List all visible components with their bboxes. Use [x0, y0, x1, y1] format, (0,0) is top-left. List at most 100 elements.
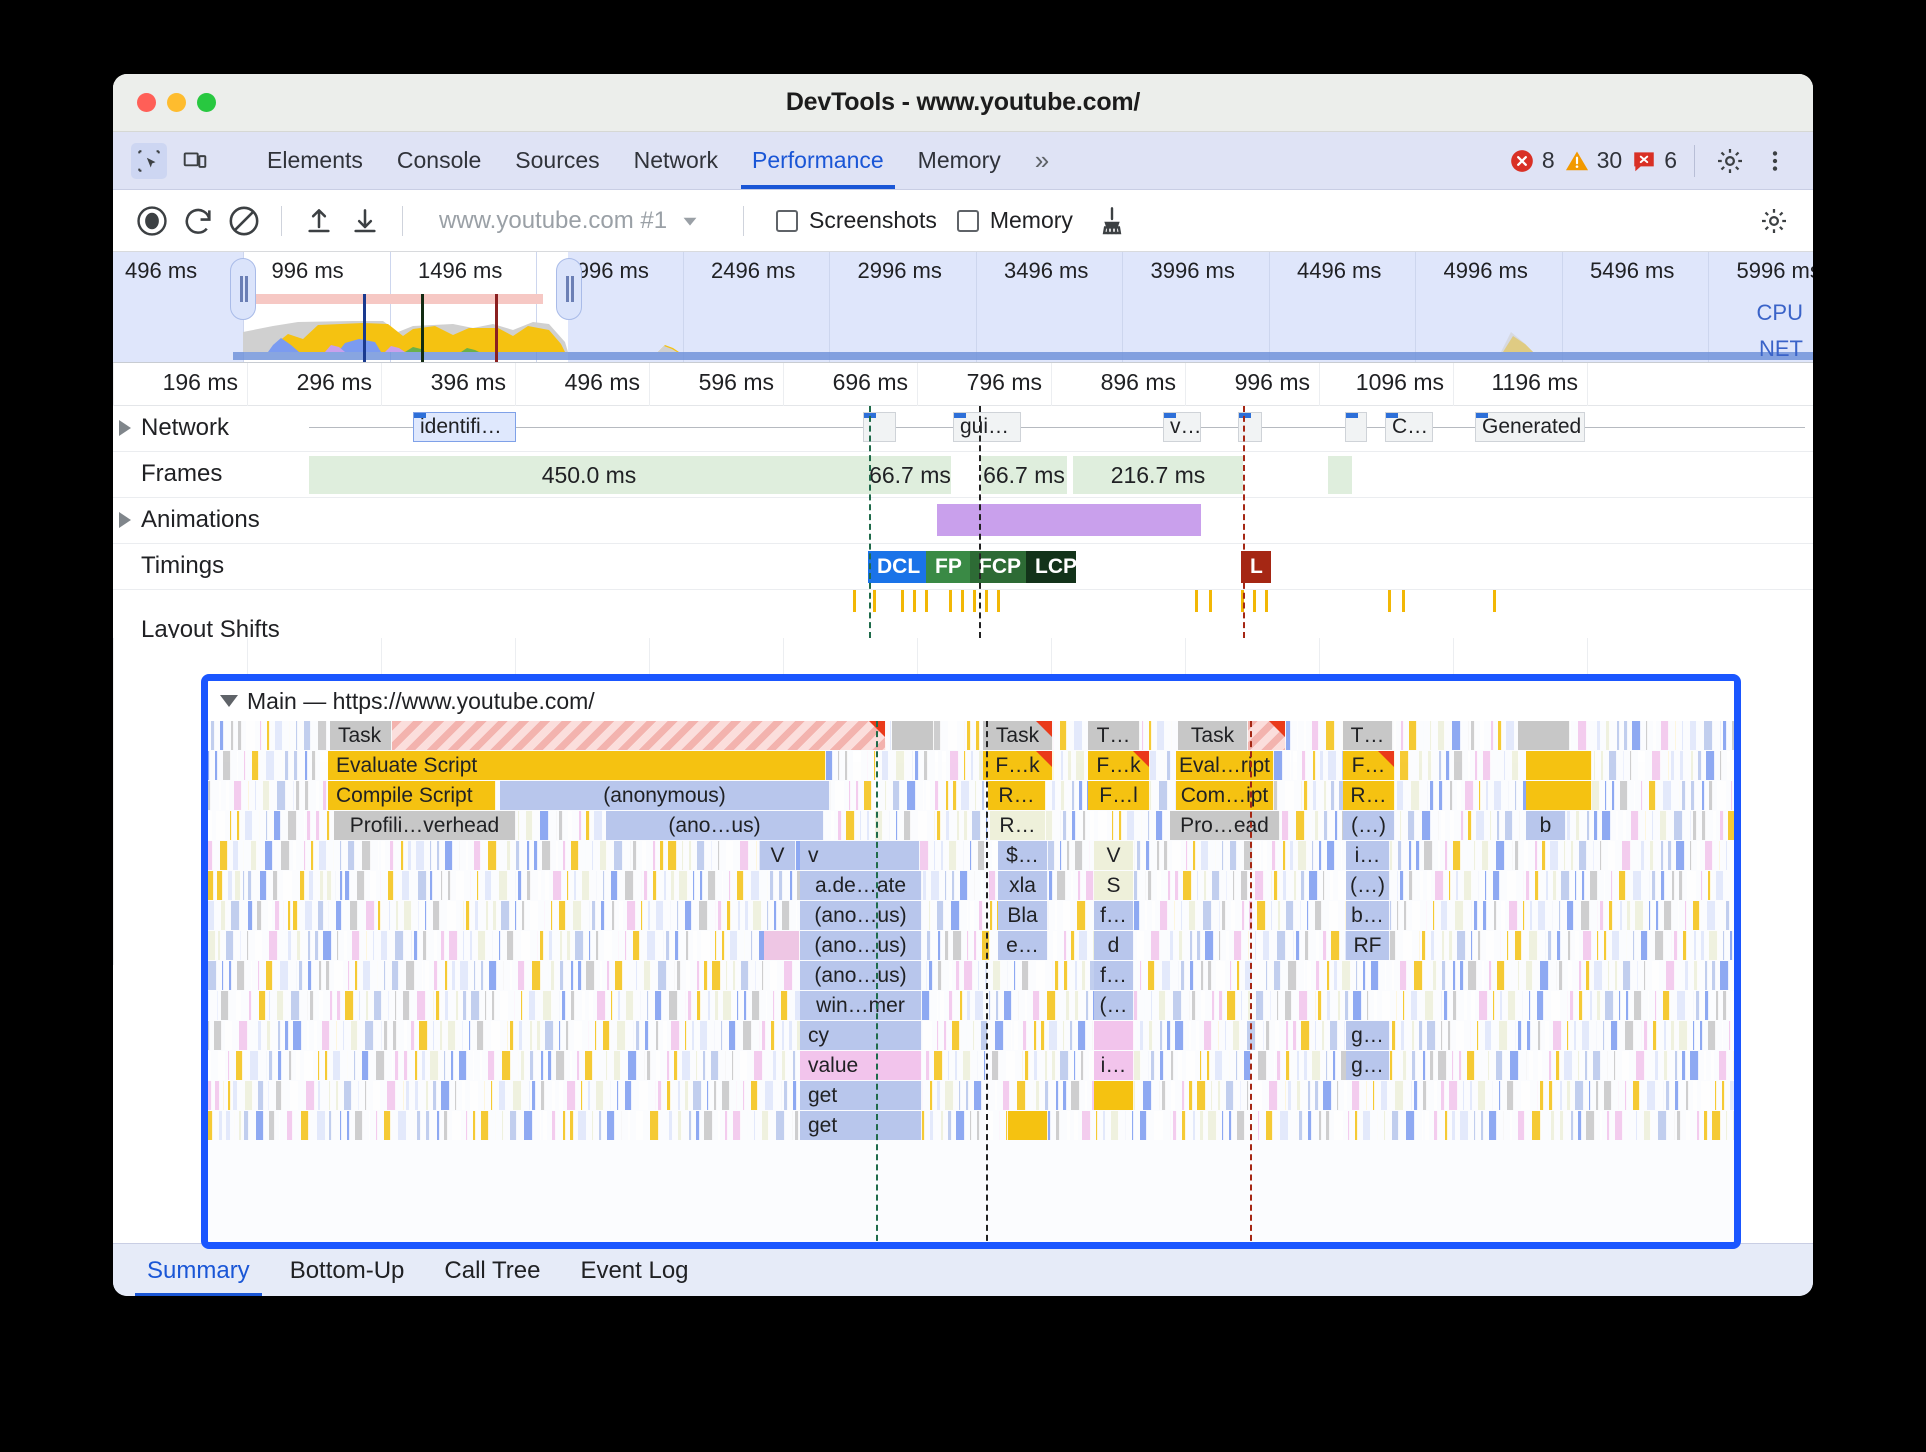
- flame-block[interactable]: (…): [1346, 871, 1390, 900]
- flame-block[interactable]: v: [800, 841, 920, 870]
- flame-block[interactable]: (anonymous): [500, 781, 830, 810]
- flame-block[interactable]: V: [760, 841, 796, 870]
- network-request[interactable]: [863, 412, 896, 442]
- record-button[interactable]: [131, 200, 173, 242]
- layout-shifts-track[interactable]: Layout Shifts: [113, 590, 1813, 638]
- flame-block[interactable]: R…: [990, 811, 1046, 840]
- flame-block[interactable]: (…): [1343, 811, 1395, 840]
- flame-block[interactable]: R…: [1343, 781, 1395, 810]
- timings-track[interactable]: Timings DCL FP FCP LCP L: [113, 544, 1813, 590]
- flame-block[interactable]: get: [800, 1111, 922, 1140]
- network-request[interactable]: gui…: [953, 412, 1021, 442]
- timing-marker-fp[interactable]: FP: [926, 551, 970, 583]
- broom-collect-garbage-icon[interactable]: [1091, 200, 1133, 242]
- tab-performance[interactable]: Performance: [735, 132, 901, 189]
- flame-block[interactable]: f…: [1094, 901, 1134, 930]
- detail-tab-bottom-up[interactable]: Bottom-Up: [270, 1244, 425, 1297]
- flame-block[interactable]: Task: [330, 721, 392, 750]
- flame-block[interactable]: Compile Script: [328, 781, 496, 810]
- flame-block[interactable]: [1526, 751, 1592, 780]
- warning-count[interactable]: 30: [1564, 147, 1622, 174]
- flame-block[interactable]: Pro…ead: [1170, 811, 1280, 840]
- flame-block[interactable]: get: [800, 1081, 922, 1110]
- network-request[interactable]: identifi…: [413, 412, 516, 442]
- flame-block[interactable]: win…mer: [800, 991, 922, 1020]
- load-profile-button[interactable]: [298, 200, 340, 242]
- device-toolbar-icon[interactable]: [177, 143, 213, 179]
- network-request[interactable]: [1345, 412, 1367, 442]
- flame-block[interactable]: b…: [1346, 901, 1390, 930]
- flame-block[interactable]: b: [1526, 811, 1566, 840]
- flame-block[interactable]: V: [1094, 841, 1134, 870]
- flame-block[interactable]: cy: [800, 1021, 922, 1050]
- flame-block[interactable]: R…: [988, 781, 1046, 810]
- inspect-element-icon[interactable]: [131, 142, 167, 179]
- flame-block[interactable]: d: [1094, 931, 1134, 960]
- detail-tab-event-log[interactable]: Event Log: [560, 1244, 708, 1297]
- gear-icon[interactable]: [1712, 143, 1748, 179]
- flame-block[interactable]: F…k: [1088, 751, 1150, 780]
- flame-block[interactable]: (…: [1094, 991, 1134, 1020]
- session-selector[interactable]: www.youtube.com #1: [427, 207, 727, 235]
- overview-right-handle[interactable]: [556, 258, 582, 320]
- screenshots-checkbox-box[interactable]: [776, 209, 798, 232]
- flame-block[interactable]: F…: [1343, 751, 1395, 780]
- detail-tab-summary[interactable]: Summary: [127, 1244, 270, 1296]
- frames-track[interactable]: 450.0 ms 66.7 ms 66.7 ms 216.7 ms Frames: [113, 452, 1813, 498]
- flame-block[interactable]: (ano…us): [800, 931, 922, 960]
- flame-block[interactable]: $…: [998, 841, 1048, 870]
- flame-block[interactable]: Task: [1178, 721, 1248, 750]
- overview-left-handle[interactable]: [230, 258, 256, 320]
- flame-chart[interactable]: Task Task T… Task T… Evaluate Script F…k F…k Eva…: [208, 721, 1734, 1242]
- flame-block[interactable]: Eval…ript: [1176, 751, 1274, 780]
- flame-block[interactable]: f…: [1094, 961, 1134, 990]
- flame-block[interactable]: value: [800, 1051, 922, 1080]
- vertical-dots-icon[interactable]: [1757, 143, 1793, 179]
- network-track-expander[interactable]: [119, 420, 131, 436]
- flame-block[interactable]: F…k: [983, 751, 1053, 780]
- frame-bar[interactable]: [1328, 456, 1352, 494]
- timing-marker-dcl[interactable]: DCL: [868, 551, 926, 583]
- main-thread-header[interactable]: Main — https://www.youtube.com/: [208, 681, 1734, 721]
- tab-sources[interactable]: Sources: [498, 132, 616, 189]
- clear-button[interactable]: [223, 200, 265, 242]
- chevron-down-icon[interactable]: [220, 695, 238, 707]
- flame-block[interactable]: [1094, 1081, 1134, 1110]
- flame-block[interactable]: [1094, 1021, 1134, 1050]
- tab-elements[interactable]: Elements: [250, 132, 380, 189]
- flame-block[interactable]: i…: [1094, 1051, 1134, 1080]
- animation-bar[interactable]: [937, 504, 1201, 536]
- flame-block[interactable]: g…: [1346, 1051, 1390, 1080]
- flame-block[interactable]: (ano…us): [800, 901, 922, 930]
- timeline-ruler[interactable]: ms196 ms296 ms396 ms496 ms596 ms696 ms79…: [113, 362, 1813, 965]
- flame-block[interactable]: Com…ipt: [1176, 781, 1274, 810]
- error-count[interactable]: 8: [1509, 147, 1555, 174]
- flame-block[interactable]: F…l: [1088, 781, 1150, 810]
- flame-block[interactable]: a.de…ate: [800, 871, 922, 900]
- flame-block[interactable]: [1518, 721, 1570, 750]
- flame-block[interactable]: [392, 721, 886, 750]
- memory-checkbox[interactable]: Memory: [956, 207, 1073, 234]
- flame-block[interactable]: i…: [1346, 841, 1390, 870]
- frame-bar[interactable]: 216.7 ms: [1073, 456, 1243, 494]
- tab-network[interactable]: Network: [617, 132, 735, 189]
- flame-block[interactable]: g…: [1346, 1021, 1390, 1050]
- timing-marker-l[interactable]: L: [1241, 551, 1271, 583]
- flame-block[interactable]: e…: [998, 931, 1048, 960]
- network-request[interactable]: C…: [1385, 412, 1433, 442]
- memory-checkbox-box[interactable]: [956, 209, 979, 232]
- flame-block[interactable]: Bla: [998, 901, 1048, 930]
- flame-block[interactable]: (ano…us): [800, 961, 922, 990]
- main-thread-flame-chart-panel[interactable]: Main — https://www.youtube.com/ Task Task…: [201, 674, 1741, 1249]
- network-request[interactable]: [1238, 412, 1262, 442]
- frame-bar[interactable]: 66.7 ms: [981, 456, 1067, 494]
- frame-bar[interactable]: 66.7 ms: [869, 456, 951, 494]
- timing-marker-lcp[interactable]: LCP: [1026, 551, 1077, 583]
- flame-block[interactable]: Profili…verhead: [334, 811, 516, 840]
- flame-block[interactable]: T…: [1088, 721, 1140, 750]
- tab-console[interactable]: Console: [380, 132, 498, 189]
- flame-block[interactable]: T…: [1343, 721, 1393, 750]
- flame-block[interactable]: [764, 931, 800, 960]
- tab-overflow-button[interactable]: »: [1018, 132, 1066, 189]
- reload-and-record-button[interactable]: [177, 200, 219, 242]
